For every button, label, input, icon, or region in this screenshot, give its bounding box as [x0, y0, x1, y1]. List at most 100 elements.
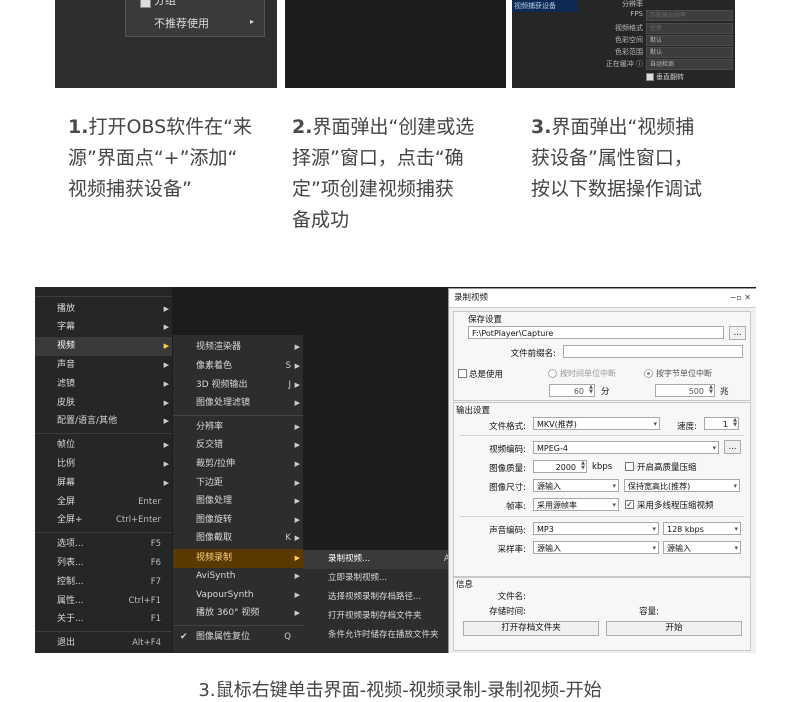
save-path-input[interactable]: F:\PotPlayer\Capture — [468, 326, 724, 339]
info-group: 信息 文件名: 存储时间: 容量: 打开存档文件夹 开始 — [453, 577, 751, 651]
split-by-time-label: 按时间单位中断 — [560, 369, 616, 378]
submenu-item-crop[interactable]: 裁剪/拉伸 ▶ — [173, 455, 303, 474]
menu-item-about[interactable]: 关于... F1 — [35, 610, 172, 629]
megabytes-unit: 兆 — [720, 387, 729, 397]
hq-compress-checkbox[interactable] — [625, 462, 634, 471]
submenu-item-rotate[interactable]: 图像旋转 ▶ — [173, 511, 303, 530]
record-item-record-video[interactable]: 录制视频...Al — [303, 550, 452, 569]
submenu-item-deinterlace[interactable]: 反交错 ▶ — [173, 436, 303, 455]
submenu-item-image-process[interactable]: 图像处理 ▶ — [173, 492, 303, 511]
start-button[interactable]: 开始 — [606, 621, 742, 636]
audio-codec-select[interactable]: MP3 ▾ — [533, 522, 659, 535]
menu-item-config[interactable]: 配置/语言/其他 ▶ — [35, 412, 172, 431]
multithread-checkbox[interactable]: ✓ — [625, 500, 634, 509]
submenu-item-capture[interactable]: 图像截取 K ▶ — [173, 529, 303, 548]
aspect-select[interactable]: 保持宽高比(推荐) ▾ — [624, 479, 740, 492]
split-by-bytes-radio[interactable] — [644, 369, 653, 378]
audio-bitrate-select[interactable]: 128 kbps ▾ — [663, 522, 741, 535]
prop-field-video-format[interactable]: 任意 — [646, 23, 733, 34]
prop-label-buffering: 正在缓冲 ⓘ — [605, 60, 643, 68]
bottom-caption: 3.鼠标右键单击界面-视频-视频录制-录制视频-开始 — [198, 680, 602, 701]
submenu-arrow-icon: ▸ — [250, 17, 255, 26]
size-select[interactable]: 源输入 ▾ — [533, 479, 619, 492]
record-item-record-now[interactable]: 立即录制视频... — [303, 569, 448, 588]
prop-field-color-space[interactable]: 默认 — [646, 35, 733, 46]
multithread-label: 采用多线程压缩视频 — [637, 501, 714, 511]
menu-item-frame[interactable]: 帧位 ▶ — [35, 436, 172, 455]
submenu-item-3d-output[interactable]: 3D 视频输出 J ▶ — [173, 376, 303, 395]
submenu-item-resolution[interactable]: 分辨率 ▶ — [173, 418, 303, 437]
submenu-item-reset[interactable]: ✔ 图像属性复位 Q — [173, 628, 303, 647]
dialog-window-controls[interactable]: −▫ ✕ — [730, 289, 751, 307]
save-settings-label: 保存设置 — [468, 315, 503, 325]
submenu-item-vapoursynth[interactable]: VapourSynth ▶ — [173, 586, 303, 605]
submenu-item-renderer[interactable]: 视频渲染器 ▶ — [173, 338, 303, 357]
submenu-item-360[interactable]: 播放 360° 视频 ▶ — [173, 604, 303, 623]
menu-item-skin[interactable]: 皮肤 ▶ — [35, 394, 172, 413]
menu-item-play[interactable]: 播放 ▶ — [35, 300, 172, 319]
prop-field-fps[interactable]: 匹配输出帧率 — [646, 10, 733, 21]
sample-rate-select[interactable]: 源输入 ▾ — [533, 541, 659, 554]
flip-label: 垂直翻转 — [656, 73, 684, 81]
menu-item-fullscreen[interactable]: 全屏 Enter — [35, 493, 172, 512]
menu-item-control[interactable]: 控制... F7 — [35, 573, 172, 592]
quality-input[interactable]: 2000 ▲ ▼ — [533, 460, 587, 473]
speed-input[interactable]: 1 ▲ ▼ — [704, 417, 739, 430]
speed-label: 速度: — [677, 422, 697, 432]
prefix-input[interactable] — [563, 345, 743, 358]
info-label: 信息 — [456, 580, 474, 590]
save-settings-group: 保存设置 F:\PotPlayer\Capture ... 文件前缀名: 总是使… — [453, 311, 751, 401]
submenu-item-image-filter[interactable]: 图像处理滤镜 ▶ — [173, 394, 303, 413]
menu-item-screen[interactable]: 屏幕 ▶ — [35, 474, 172, 493]
submenu-item-video-record[interactable]: 视频录制 ▶ — [173, 549, 303, 568]
prop-label-fps: FPS — [630, 10, 643, 18]
menu-item-audio[interactable]: 声音 ▶ — [35, 356, 172, 375]
prefix-label: 文件前缀名: — [510, 349, 556, 359]
record-item-choose-path[interactable]: 选择视频录制存档路径... — [303, 588, 448, 607]
record-item-open-folder[interactable]: 打开视频录制存档文件夹 — [303, 607, 448, 626]
video-codec-select[interactable]: MPEG-4 ▾ — [533, 441, 719, 454]
menu-item-subtitle[interactable]: 字幕 ▶ — [35, 318, 172, 337]
menu-item-playlist[interactable]: 列表... F6 — [35, 554, 172, 573]
channels-select[interactable]: 源输入 ▾ — [663, 541, 741, 554]
format-label: 文件格式: — [489, 422, 526, 432]
submenu-item-pixel-shader[interactable]: 像素着色 S ▶ — [173, 357, 303, 376]
fps-select[interactable]: 采用源帧率 ▾ — [533, 498, 619, 511]
submenu-item-margin[interactable]: 下边距 ▶ — [173, 474, 303, 493]
split-by-time-radio[interactable] — [548, 369, 557, 378]
megabytes-input[interactable]: 500 ▲ ▼ — [655, 384, 715, 397]
submenu-item-avisynth[interactable]: AviSynth ▶ — [173, 567, 303, 586]
menu-item-properties[interactable]: 属性... Ctrl+F1 — [35, 592, 172, 611]
check-icon: ✔ — [180, 632, 188, 642]
prop-label-video-format: 视频格式 — [615, 24, 643, 32]
video-codec-settings-button[interactable]: ... — [724, 440, 741, 454]
open-folder-button[interactable]: 打开存档文件夹 — [463, 621, 599, 636]
screenshot-obs-add-source: 分组 不推荐使用 ▸ — [55, 0, 277, 88]
menu-item-group[interactable]: 分组 — [154, 0, 176, 8]
split-by-bytes-label: 按字节单位中断 — [656, 369, 712, 378]
prop-field-color-range[interactable]: 默认 — [646, 47, 733, 58]
flip-checkbox[interactable] — [646, 73, 654, 81]
menu-item-video[interactable]: 视频 ▶ — [35, 337, 172, 356]
video-submenu: 视频渲染器 ▶ 像素着色 S ▶ 3D 视频输出 J ▶ 图像处理滤镜 ▶ 分辨率 ▶ 反交错… — [173, 335, 303, 653]
screenshot-create-source — [285, 0, 506, 88]
context-menu: 播放 ▶ 字幕 ▶ 视频 ▶ 声音 ▶ 滤镜 ▶ 皮肤 ▶ 配置/语言/其他 ▶ 帧位 ▶ 比例… — [35, 287, 172, 653]
menu-item-fullscreen-plus[interactable]: 全屏+ Ctrl+Enter — [35, 511, 172, 530]
source-list-selected[interactable]: 视频捕获设备 — [512, 0, 578, 12]
menu-item-filter[interactable]: 滤镜 ▶ — [35, 375, 172, 394]
checkbox-icon — [140, 0, 151, 8]
minutes-input[interactable]: 60 ▲ ▼ — [549, 384, 595, 397]
prop-field-buffering[interactable]: 自动检测 — [646, 59, 733, 70]
menu-item-options[interactable]: 选项... F5 — [35, 535, 172, 554]
format-select[interactable]: MKV(推荐) ▾ — [533, 417, 660, 430]
menu-item-ratio[interactable]: 比例 ▶ — [35, 455, 172, 474]
menu-item-partial[interactable] — [35, 287, 172, 296]
always-use-checkbox[interactable] — [458, 369, 467, 378]
menu-item-exit[interactable]: 退出 Alt+F4 — [35, 634, 172, 653]
menu-item-not-recommended[interactable]: 不推荐使用 — [154, 15, 209, 31]
record-item-save-in-play-folder[interactable]: 条件允许时储存在播放文件夹 — [303, 626, 448, 645]
dialog-titlebar[interactable]: 录制视频 −▫ ✕ — [449, 289, 756, 308]
fps-label: 帧率: — [506, 502, 526, 512]
store-time-label: 存储时间: — [489, 607, 526, 617]
browse-button[interactable]: ... — [729, 326, 746, 340]
